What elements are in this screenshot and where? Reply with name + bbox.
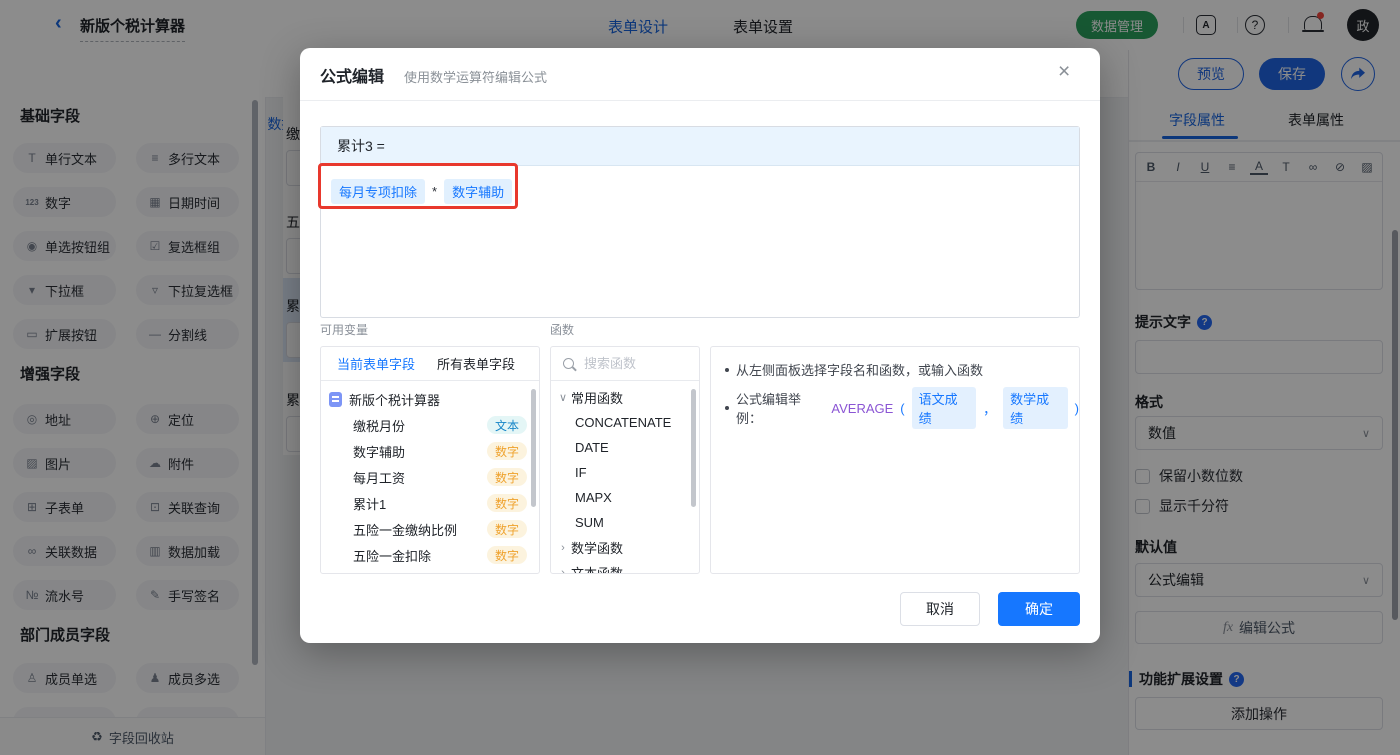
type-badge-number: 数字 [486, 546, 527, 564]
search-icon [563, 358, 574, 369]
chevron-down-icon: ∨ [558, 392, 568, 404]
function-item[interactable]: IF [551, 460, 699, 485]
variable-row[interactable]: 每月工资 数字 [321, 464, 539, 490]
variable-row[interactable]: 五险一金扣除 数字 [321, 542, 539, 568]
tip-line-2: 公式编辑举例： AVERAGE( 语文成绩 ， 数学成绩 ) [725, 387, 1079, 429]
function-search-row [551, 347, 699, 381]
modal-subtitle: 使用数学运算符编辑公式 [404, 70, 548, 85]
tab-all-form-fields[interactable]: 所有表单字段 [437, 354, 515, 373]
variables-panel: 当前表单字段 所有表单字段 新版个税计算器 缴税月份 文本 数字辅助 数字 每月… [320, 346, 540, 574]
chevron-right-icon: › [561, 541, 565, 554]
variable-row[interactable]: 缴税月份 文本 [321, 412, 539, 438]
type-badge-number: 数字 [486, 494, 527, 512]
type-badge-number: 数字 [486, 468, 527, 486]
bullet-icon [725, 367, 729, 372]
variables-tabs: 当前表单字段 所有表单字段 [321, 347, 539, 381]
variable-row[interactable]: 数字辅助 数字 [321, 438, 539, 464]
function-item[interactable]: SUM [551, 510, 699, 535]
function-item[interactable]: DATE [551, 435, 699, 460]
annotation-highlight-box [318, 163, 518, 209]
type-badge-number: 数字 [486, 442, 527, 460]
formula-editor[interactable]: 累计3 = 每月专项扣除 * 数字辅助 [320, 126, 1080, 318]
function-group-math[interactable]: › 数学函数 [551, 535, 699, 560]
app-window: ‹ 新版个税计算器 表单设计 表单设置 数据管理 A ? 政 ↗ 表单外链 </… [0, 0, 1400, 755]
variable-tree-root[interactable]: 新版个税计算器 [321, 386, 539, 412]
function-group-common[interactable]: ∨ 常用函数 [551, 385, 699, 410]
example-arg-token: 数学成绩 [1003, 387, 1068, 429]
example-arg-token: 语文成绩 [911, 387, 977, 429]
form-doc-icon [329, 391, 342, 407]
variables-scrollbar[interactable] [531, 389, 536, 507]
function-search-input[interactable] [582, 355, 681, 372]
cancel-button[interactable]: 取消 [900, 592, 980, 626]
chevron-right-icon: › [561, 566, 565, 574]
bullet-icon [725, 406, 729, 410]
variable-row[interactable]: 累计1 数字 [321, 490, 539, 516]
functions-panel: ∨ 常用函数 CONCATENATE DATE IF MAPX SUM › 数学… [550, 346, 700, 574]
modal-title: 公式编辑 [320, 69, 385, 86]
function-item[interactable]: MAPX [551, 485, 699, 510]
example-function-name: AVERAGE [831, 400, 894, 416]
tips-panel: 从左侧面板选择字段名和函数，或输入函数 公式编辑举例： AVERAGE( 语文成绩… [710, 346, 1080, 574]
function-group-text[interactable]: › 文本函数 [551, 560, 699, 574]
tip-line-1: 从左侧面板选择字段名和函数，或输入函数 [725, 360, 983, 379]
formula-target: 累计3 = [321, 127, 1079, 166]
confirm-button[interactable]: 确定 [998, 592, 1080, 626]
functions-scrollbar[interactable] [691, 389, 696, 507]
type-badge-text: 文本 [486, 416, 527, 434]
function-item[interactable]: CONCATENATE [551, 410, 699, 435]
type-badge-number: 数字 [486, 520, 527, 538]
functions-section-label: 函数 [550, 323, 575, 337]
tab-current-form-fields[interactable]: 当前表单字段 [337, 354, 415, 373]
variable-row[interactable]: 五险一金缴纳比例 数字 [321, 516, 539, 542]
divider [300, 100, 1100, 101]
formula-edit-modal: 公式编辑 使用数学运算符编辑公式 × 累计3 = 每月专项扣除 * 数字辅助 可… [300, 48, 1100, 643]
variables-section-label: 可用变量 [320, 323, 369, 337]
close-icon[interactable]: × [1058, 61, 1070, 82]
